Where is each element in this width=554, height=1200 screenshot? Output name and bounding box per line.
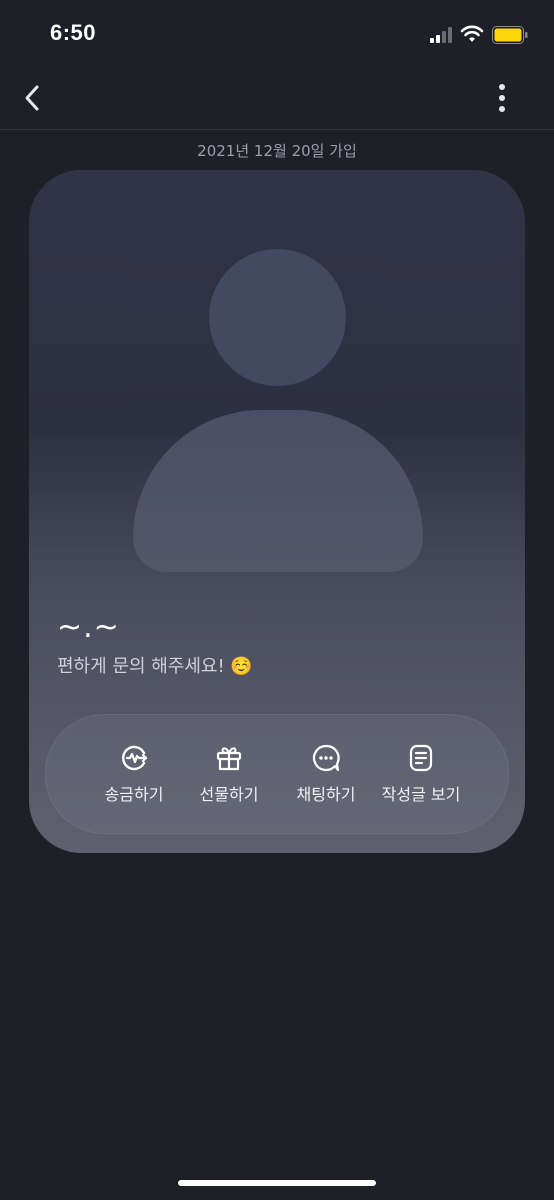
- view-posts-button[interactable]: 작성글 보기: [371, 743, 471, 813]
- profile-status-message: 편하게 문의 해주세요! ☺️: [57, 656, 253, 677]
- chat-button[interactable]: 채팅하기: [276, 743, 376, 813]
- navigation-bar: [0, 70, 554, 130]
- signal-icon: [430, 27, 452, 43]
- send-money-button[interactable]: 송금하기: [84, 743, 184, 813]
- status-time: 6:50: [50, 20, 97, 45]
- chat-icon: [312, 744, 340, 772]
- chat-label: 채팅하기: [296, 785, 356, 804]
- gift-label: 선물하기: [199, 785, 259, 804]
- gift-icon: [216, 747, 242, 771]
- action-panel: 송금하기 선물하기 채팅하기 작성글 보기: [45, 714, 509, 834]
- avatar-body: [133, 410, 423, 572]
- profile-card: ~.~ 편하게 문의 해주세요! ☺️ 송금하기 선물하기 채팅하기 작성글 보…: [29, 170, 525, 853]
- home-indicator[interactable]: [178, 1180, 376, 1186]
- avatar-head: [209, 249, 346, 386]
- status-bar: 6:50: [0, 0, 554, 70]
- profile-screen: 6:50 2021년 12월 20일 가입 ~.~ 편하게 문의 해주세요! ☺…: [0, 0, 554, 1200]
- profile-nickname: ~.~: [57, 610, 120, 645]
- join-date: 2021년 12월 20일 가입: [197, 142, 357, 160]
- send-money-label: 송금하기: [104, 785, 164, 804]
- view-posts-label: 작성글 보기: [381, 785, 461, 804]
- posts-icon: [409, 744, 433, 772]
- more-vertical-icon[interactable]: [490, 82, 514, 114]
- wifi-icon: [460, 25, 484, 42]
- gift-button[interactable]: 선물하기: [179, 743, 279, 813]
- battery-icon: [492, 26, 528, 44]
- send-money-icon: [122, 745, 148, 771]
- chevron-left-icon[interactable]: [18, 82, 48, 114]
